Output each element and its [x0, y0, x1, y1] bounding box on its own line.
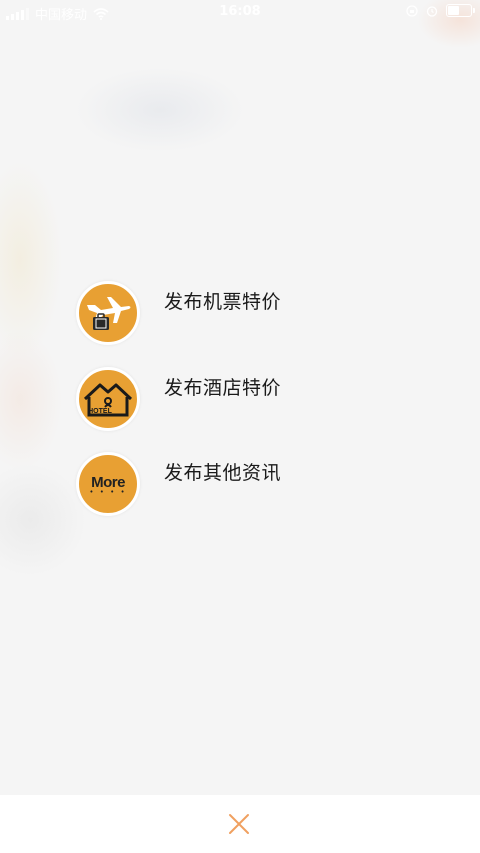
publish-flight-deal-item[interactable]: 发布机票特价 — [76, 281, 336, 345]
bottom-bar — [0, 795, 480, 853]
menu-item-label: 发布机票特价 — [164, 291, 282, 313]
close-button[interactable] — [228, 813, 250, 835]
status-bar: 中国移动 16:08 — [0, 0, 480, 24]
status-right — [406, 4, 475, 17]
menu-item-label: 发布其他资讯 — [164, 462, 282, 484]
alarm-icon — [426, 5, 438, 17]
close-icon — [229, 814, 249, 834]
signal-icon — [6, 7, 29, 20]
wifi-icon — [93, 7, 109, 20]
airplane-luggage-icon — [76, 281, 140, 345]
battery-icon — [446, 4, 475, 17]
publish-other-info-item[interactable]: More • • • • 发布其他资讯 — [76, 452, 336, 516]
more-icon: More • • • • — [76, 452, 140, 516]
dots-icon: • • • • — [89, 488, 127, 496]
menu-item-label: 发布酒店特价 — [164, 377, 282, 399]
carrier-label: 中国移动 — [35, 8, 88, 23]
publish-hotel-deal-item[interactable]: HOTEL 发布酒店特价 — [76, 367, 336, 431]
hotel-icon-text: HOTEL — [88, 408, 112, 415]
status-time: 16:08 — [219, 4, 261, 19]
hotel-house-icon: HOTEL — [76, 367, 140, 431]
status-left: 中国移动 — [6, 4, 109, 23]
orientation-lock-icon — [406, 4, 418, 17]
